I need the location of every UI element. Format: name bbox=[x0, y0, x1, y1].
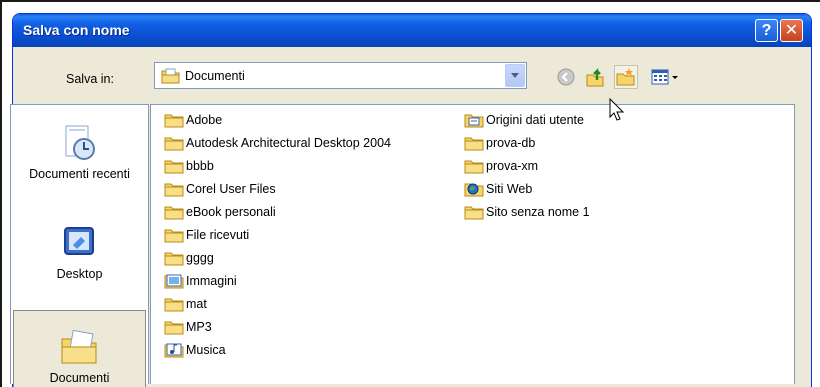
file-list[interactable]: Adobe Autodesk Architectural Desktop 2004… bbox=[150, 104, 795, 384]
folder-icon bbox=[164, 137, 184, 151]
window-title: Salva con nome bbox=[23, 22, 130, 38]
file-name: Adobe bbox=[186, 113, 223, 127]
folder-icon bbox=[164, 206, 184, 220]
recent-documents-icon bbox=[65, 125, 95, 160]
file-name: Origini dati utente bbox=[486, 113, 584, 127]
file-name: Immagini bbox=[186, 274, 237, 288]
file-list-item[interactable]: MP3 bbox=[164, 316, 212, 338]
file-list-item[interactable]: eBook personali bbox=[164, 201, 276, 223]
file-list-item[interactable]: bbbb bbox=[164, 155, 214, 177]
screen-frame-top bbox=[0, 0, 820, 2]
file-list-item[interactable]: Corel User Files bbox=[164, 178, 276, 200]
folder-icon bbox=[164, 321, 184, 335]
chevron-down-icon[interactable] bbox=[505, 64, 525, 87]
file-name: MP3 bbox=[186, 320, 212, 334]
new-folder-button[interactable] bbox=[614, 65, 638, 89]
help-button[interactable]: ? bbox=[755, 19, 778, 42]
folder-icon bbox=[164, 183, 184, 197]
file-list-item[interactable]: Autodesk Architectural Desktop 2004 bbox=[164, 132, 391, 154]
screen-frame-left bbox=[0, 0, 2, 387]
location-dropdown[interactable]: Documenti bbox=[154, 62, 527, 89]
file-list-item[interactable]: Sito senza nome 1 bbox=[464, 201, 590, 223]
place-recent-documents[interactable]: Documenti recenti bbox=[11, 123, 148, 182]
folder-icon bbox=[464, 206, 484, 220]
close-button[interactable]: ✕ bbox=[780, 19, 803, 42]
file-list-item[interactable]: Immagini bbox=[164, 270, 237, 292]
file-list-item[interactable]: gggg bbox=[164, 247, 214, 269]
folder-icon bbox=[464, 160, 484, 174]
up-folder-icon bbox=[586, 68, 604, 87]
file-name: Corel User Files bbox=[186, 182, 276, 196]
views-menu-button[interactable] bbox=[648, 65, 686, 89]
file-list-item[interactable]: prova-db bbox=[464, 132, 535, 154]
file-name: Musica bbox=[186, 343, 226, 357]
file-list-item[interactable]: Adobe bbox=[164, 109, 222, 131]
file-list-item[interactable]: Musica bbox=[164, 339, 226, 361]
location-value: Documenti bbox=[185, 69, 245, 83]
file-list-item[interactable]: Siti Web bbox=[464, 178, 532, 200]
file-name: bbbb bbox=[186, 159, 214, 173]
file-name: Sito senza nome 1 bbox=[486, 205, 590, 219]
folder-icon bbox=[164, 114, 184, 128]
title-bar[interactable]: Salva con nome ? ✕ bbox=[13, 14, 811, 47]
file-list-item[interactable]: mat bbox=[164, 293, 207, 315]
folder-icon bbox=[164, 229, 184, 243]
documents-folder-icon bbox=[161, 68, 180, 84]
new-folder-icon bbox=[616, 68, 635, 86]
mouse-pointer-icon bbox=[609, 98, 625, 121]
data-sources-folder-icon bbox=[464, 114, 484, 128]
websites-folder-icon bbox=[464, 183, 484, 197]
save-in-label: Salva in: bbox=[66, 72, 114, 86]
music-folder-icon bbox=[164, 343, 184, 358]
file-list-item[interactable]: prova-xm bbox=[464, 155, 538, 177]
file-name: mat bbox=[186, 297, 207, 311]
file-list-item[interactable]: Origini dati utente bbox=[464, 109, 584, 131]
folder-icon bbox=[164, 252, 184, 266]
folder-icon bbox=[164, 298, 184, 312]
desktop-icon bbox=[63, 227, 94, 255]
places-bar: Documenti recenti Desktop Documenti bbox=[10, 104, 149, 387]
place-desktop[interactable]: Desktop bbox=[11, 223, 148, 282]
file-name: File ricevuti bbox=[186, 228, 250, 242]
back-button[interactable] bbox=[554, 65, 578, 89]
place-label: Documenti bbox=[49, 371, 110, 385]
file-name: prova-xm bbox=[486, 159, 539, 173]
file-name: prova-db bbox=[486, 136, 536, 150]
file-name: eBook personali bbox=[186, 205, 276, 219]
views-menu-icon bbox=[651, 69, 678, 85]
file-name: gggg bbox=[186, 251, 214, 265]
file-name: Autodesk Architectural Desktop 2004 bbox=[186, 136, 391, 150]
place-my-documents[interactable]: Documenti bbox=[11, 327, 148, 386]
folder-icon bbox=[464, 137, 484, 151]
place-label: Documenti recenti bbox=[29, 167, 130, 181]
file-list-item[interactable]: File ricevuti bbox=[164, 224, 249, 246]
folder-icon bbox=[164, 160, 184, 174]
my-documents-icon bbox=[61, 329, 96, 364]
back-icon bbox=[557, 68, 575, 86]
file-name: Siti Web bbox=[486, 182, 533, 196]
up-folder-button[interactable] bbox=[583, 65, 607, 89]
pictures-folder-icon bbox=[164, 274, 184, 289]
place-label: Desktop bbox=[56, 267, 103, 281]
